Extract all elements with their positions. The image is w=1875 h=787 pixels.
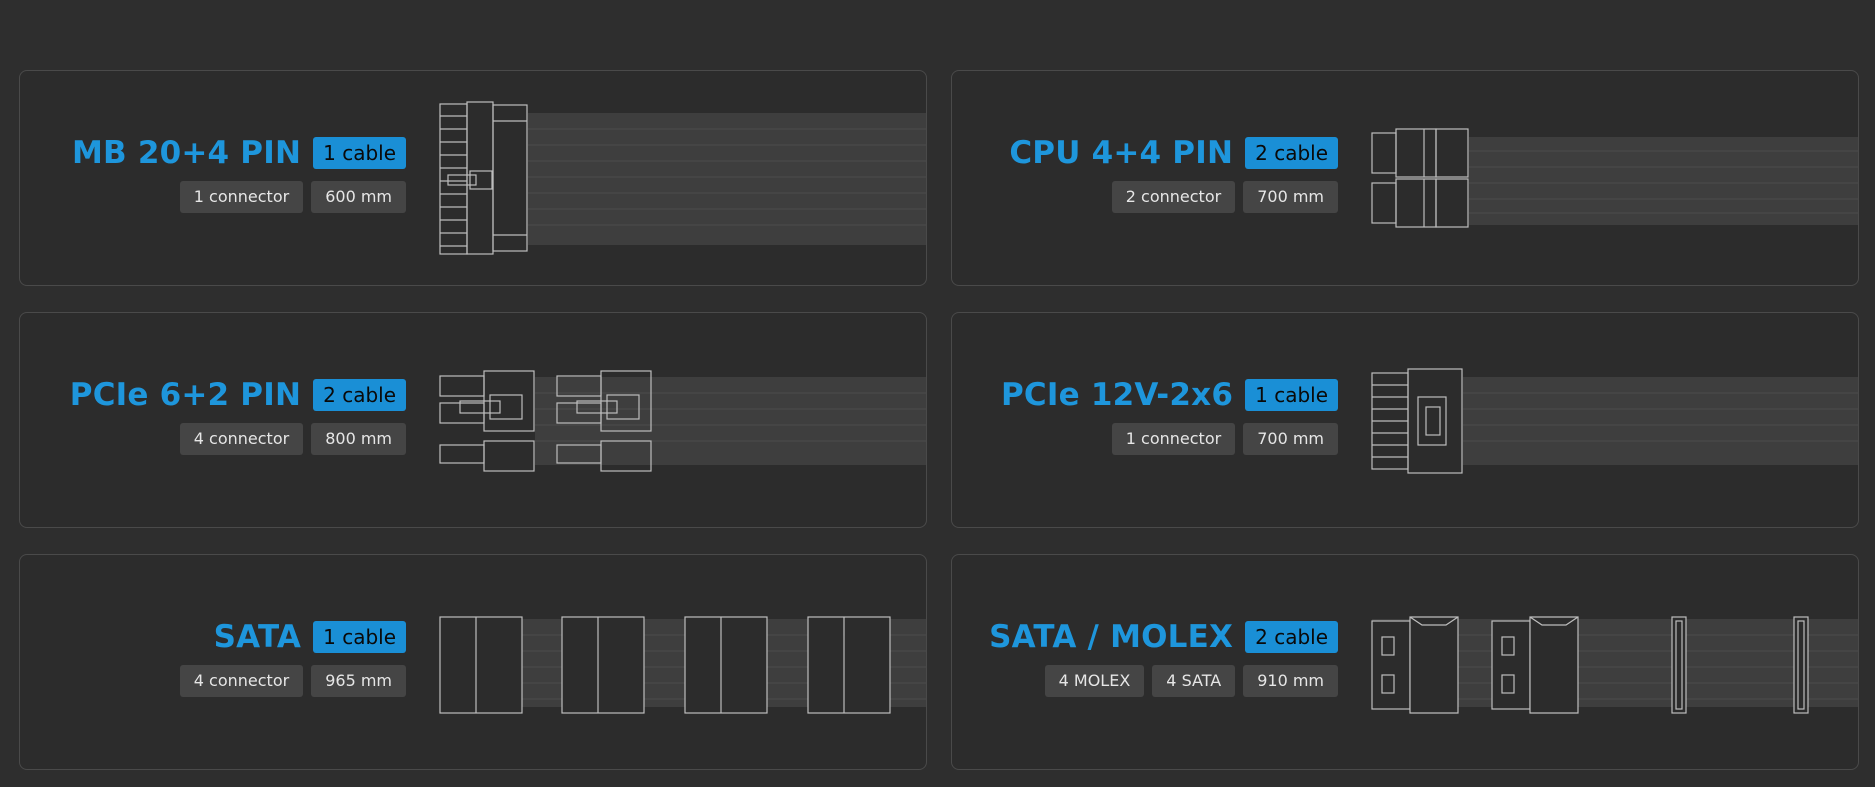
cable-count-badge: 1 cable xyxy=(313,137,406,169)
connector-count-tag: 2 connector xyxy=(1111,181,1236,213)
cable-card-sata-molex: SATA / MOLEX 2 cable 4 MOLEX 4 SATA 910 … xyxy=(951,554,1859,770)
cable-title: SATA / MOLEX xyxy=(989,619,1234,655)
cable-title: PCIe 12V-2x6 xyxy=(1001,377,1234,413)
cable-info: SATA / MOLEX 2 cable 4 MOLEX 4 SATA 910 … xyxy=(989,617,1338,697)
cable-count-badge: 2 cable xyxy=(1245,137,1338,169)
cable-card-pcie: PCIe 6+2 PIN 2 cable 4 connector 800 mm xyxy=(19,312,927,528)
cable-count-badge: 1 cable xyxy=(1245,379,1338,411)
cable-info: CPU 4+4 PIN 2 cable 2 connector 700 mm xyxy=(1009,133,1338,213)
cable-card-pcie-12v: PCIe 12V-2x6 1 cable 1 connector 700 mm xyxy=(951,312,1859,528)
length-tag: 700 mm xyxy=(1243,181,1338,213)
length-tag: 910 mm xyxy=(1243,665,1338,697)
cable-count-badge: 2 cable xyxy=(1245,621,1338,653)
connector-count-tag: 1 connector xyxy=(1111,423,1236,455)
length-tag: 800 mm xyxy=(311,423,406,455)
length-tag: 965 mm xyxy=(311,665,406,697)
cable-info: MB 20+4 PIN 1 cable 1 connector 600 mm xyxy=(72,133,406,213)
cable-title: PCIe 6+2 PIN xyxy=(69,377,302,413)
sata-connector-icon xyxy=(439,616,926,714)
connector-count-tag: 1 connector xyxy=(179,181,304,213)
cable-info: PCIe 6+2 PIN 2 cable 4 connector 800 mm xyxy=(70,375,406,455)
connector-count-tag: 4 connector xyxy=(179,665,304,697)
cable-title: MB 20+4 PIN xyxy=(71,135,302,171)
cable-info: PCIe 12V-2x6 1 cable 1 connector 700 mm xyxy=(1001,375,1338,455)
cable-count-badge: 2 cable xyxy=(313,379,406,411)
cable-card-cpu: CPU 4+4 PIN 2 cable 2 connector 700 mm xyxy=(951,70,1859,286)
length-tag: 700 mm xyxy=(1243,423,1338,455)
cable-info: SATA 1 cable 4 connector 965 mm xyxy=(172,617,406,697)
cable-title: CPU 4+4 PIN xyxy=(1009,135,1234,171)
sata-count-tag: 4 SATA xyxy=(1152,665,1236,697)
connector-count-tag: 4 connector xyxy=(179,423,304,455)
cable-card-sata: SATA 1 cable 4 connector 965 mm xyxy=(19,554,927,770)
length-tag: 600 mm xyxy=(311,181,406,213)
cable-title: SATA xyxy=(213,619,302,655)
molex-count-tag: 4 MOLEX xyxy=(1044,665,1145,697)
cable-card-mb: MB 20+4 PIN 1 cable 1 connector 600 mm xyxy=(19,70,927,286)
cable-count-badge: 1 cable xyxy=(313,621,406,653)
